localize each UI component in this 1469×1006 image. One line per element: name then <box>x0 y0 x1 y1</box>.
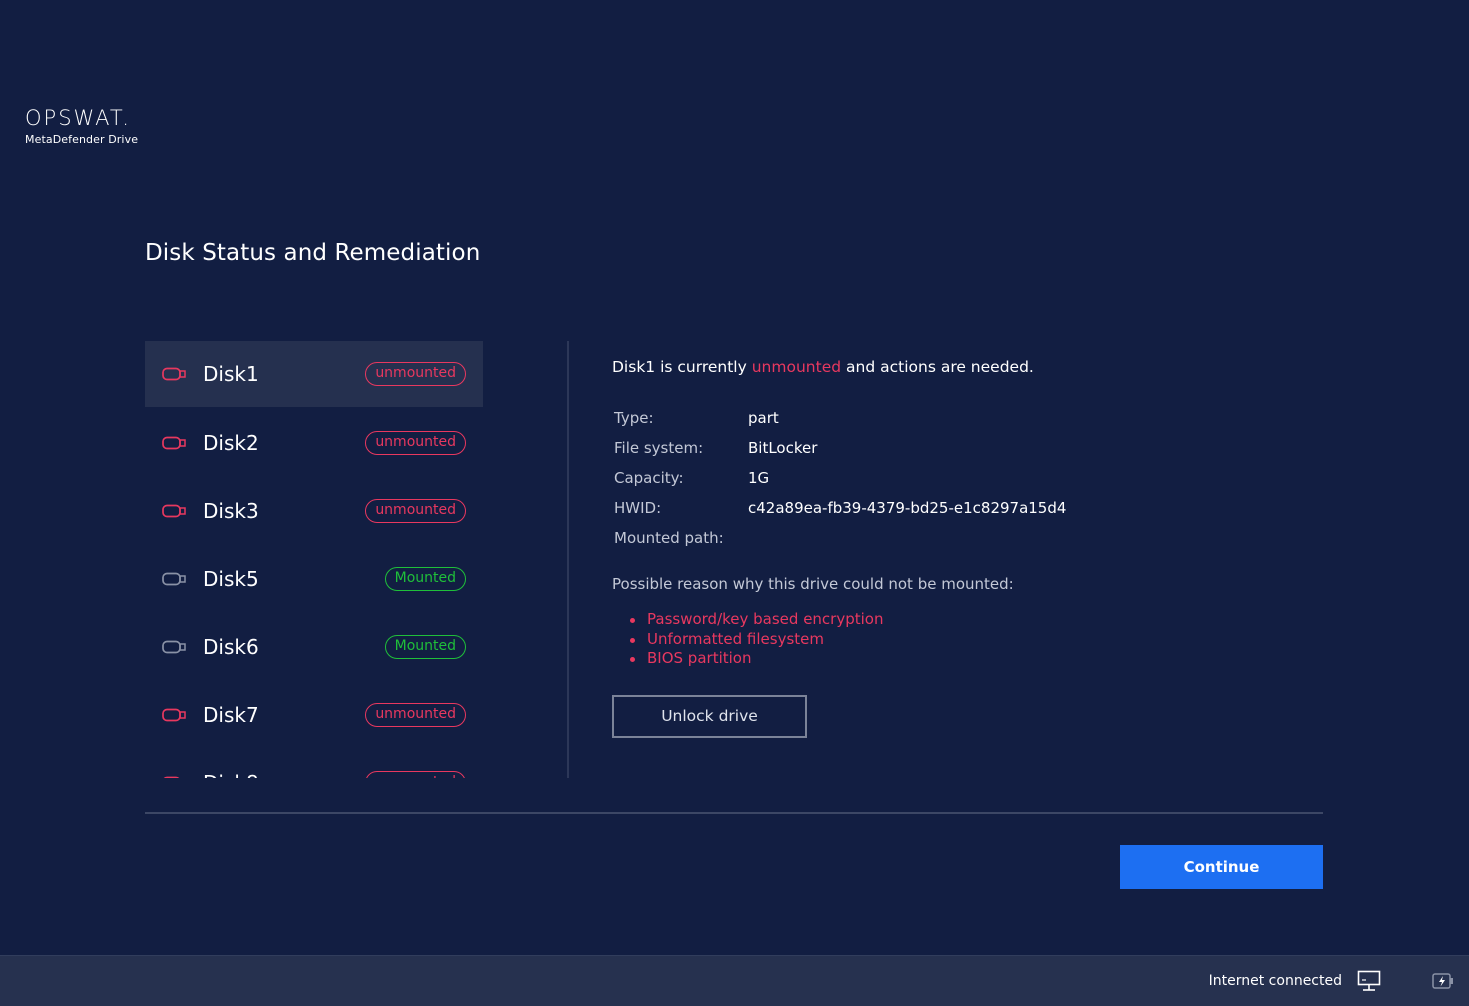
status-prefix: Disk1 is currently <box>612 358 747 376</box>
network-status-text: Internet connected <box>1208 973 1342 989</box>
property-value: part <box>748 409 779 427</box>
monitor-icon[interactable] <box>1357 970 1381 992</box>
drive-icon <box>162 367 186 381</box>
page-title: Disk Status and Remediation <box>145 240 481 266</box>
property-row: Capacity: 1G <box>614 463 1312 493</box>
property-label: Capacity: <box>614 469 684 487</box>
logo-brand: OPSWAT. <box>25 106 131 130</box>
property-row: Type: part <box>614 403 1312 433</box>
status-badge: unmounted <box>365 771 466 778</box>
property-row: Mounted path: <box>614 523 1312 553</box>
property-label: Type: <box>614 409 654 427</box>
unlock-drive-button[interactable]: Unlock drive <box>612 694 807 738</box>
disk-item-disk3[interactable]: Disk3 unmounted <box>145 477 483 545</box>
disk-item-disk6[interactable]: Disk6 Mounted <box>145 613 483 681</box>
disk-item-disk7[interactable]: Disk7 unmounted <box>145 681 483 749</box>
property-value: c42a89ea-fb39-4379-bd25-e1c8297a15d4 <box>748 499 1067 517</box>
property-label: File system: <box>614 439 704 457</box>
disk-name: Disk1 <box>203 362 259 386</box>
disk-list[interactable]: Disk1 unmounted Disk2 unmounted Disk3 unmount… <box>145 341 483 778</box>
vertical-divider <box>567 341 569 778</box>
drive-icon <box>162 436 186 450</box>
property-value: 1G <box>748 469 770 487</box>
property-row: File system: BitLocker <box>614 433 1312 463</box>
disk-item-disk8[interactable]: Disk8 unmounted <box>145 749 483 778</box>
disk-name: Disk7 <box>203 703 259 727</box>
status-badge: Mounted <box>384 635 466 659</box>
disk-name: Disk3 <box>203 499 259 523</box>
reason-item: BIOS partition <box>630 649 1312 669</box>
opswat-logo: OPSWAT. MetaDefender Drive <box>25 106 138 146</box>
drive-icon <box>162 708 186 722</box>
property-row: HWID: c42a89ea-fb39-4379-bd25-e1c8297a15d… <box>614 493 1312 523</box>
status-badge: unmounted <box>365 431 466 455</box>
disk-name: Disk6 <box>203 635 259 659</box>
disk-item-disk2[interactable]: Disk2 unmounted <box>145 409 483 477</box>
disk-item-disk5[interactable]: Disk5 Mounted <box>145 545 483 613</box>
property-value: BitLocker <box>748 439 818 457</box>
status-badge: unmounted <box>365 499 466 523</box>
status-word: unmounted <box>751 358 842 376</box>
property-label: HWID: <box>614 499 662 517</box>
reason-item: Password/key based encryption <box>630 610 1312 630</box>
disk-name: Disk8 <box>203 771 259 778</box>
status-badge: unmounted <box>365 362 466 386</box>
drive-icon <box>163 776 180 778</box>
logo-product: MetaDefender Drive <box>25 133 139 146</box>
drive-icon <box>162 640 186 654</box>
drive-icon <box>162 572 186 586</box>
horizontal-divider <box>145 812 1323 814</box>
continue-button[interactable]: Continue <box>1120 845 1323 889</box>
disk-properties: Type: part File system: BitLocker Capacity: 1… <box>614 403 1312 553</box>
status-suffix: and actions are needed. <box>846 358 1034 376</box>
status-badge: unmounted <box>365 703 466 727</box>
disk-detail-panel: Disk1 is currently unmounted and actions… <box>612 356 1312 738</box>
reason-list: Password/key based encryption Unformatted… <box>612 610 1312 669</box>
battery-charging-icon[interactable] <box>1432 972 1454 990</box>
reason-item: Unformatted filesystem <box>630 630 1312 650</box>
drive-icon <box>162 504 186 518</box>
property-label: Mounted path: <box>614 529 724 547</box>
app-root: OPSWAT. MetaDefender Drive Disk Status a… <box>0 0 1469 1006</box>
disk-item-disk1[interactable]: Disk1 unmounted <box>145 341 483 407</box>
disk-status-message: Disk1 is currently unmounted and actions… <box>612 356 1312 378</box>
status-badge: Mounted <box>384 567 466 591</box>
disk-name: Disk5 <box>203 567 259 591</box>
disk-name: Disk2 <box>203 431 259 455</box>
reason-title: Possible reason why this drive could not… <box>612 575 1014 593</box>
status-bar: Internet connected <box>0 955 1469 1006</box>
